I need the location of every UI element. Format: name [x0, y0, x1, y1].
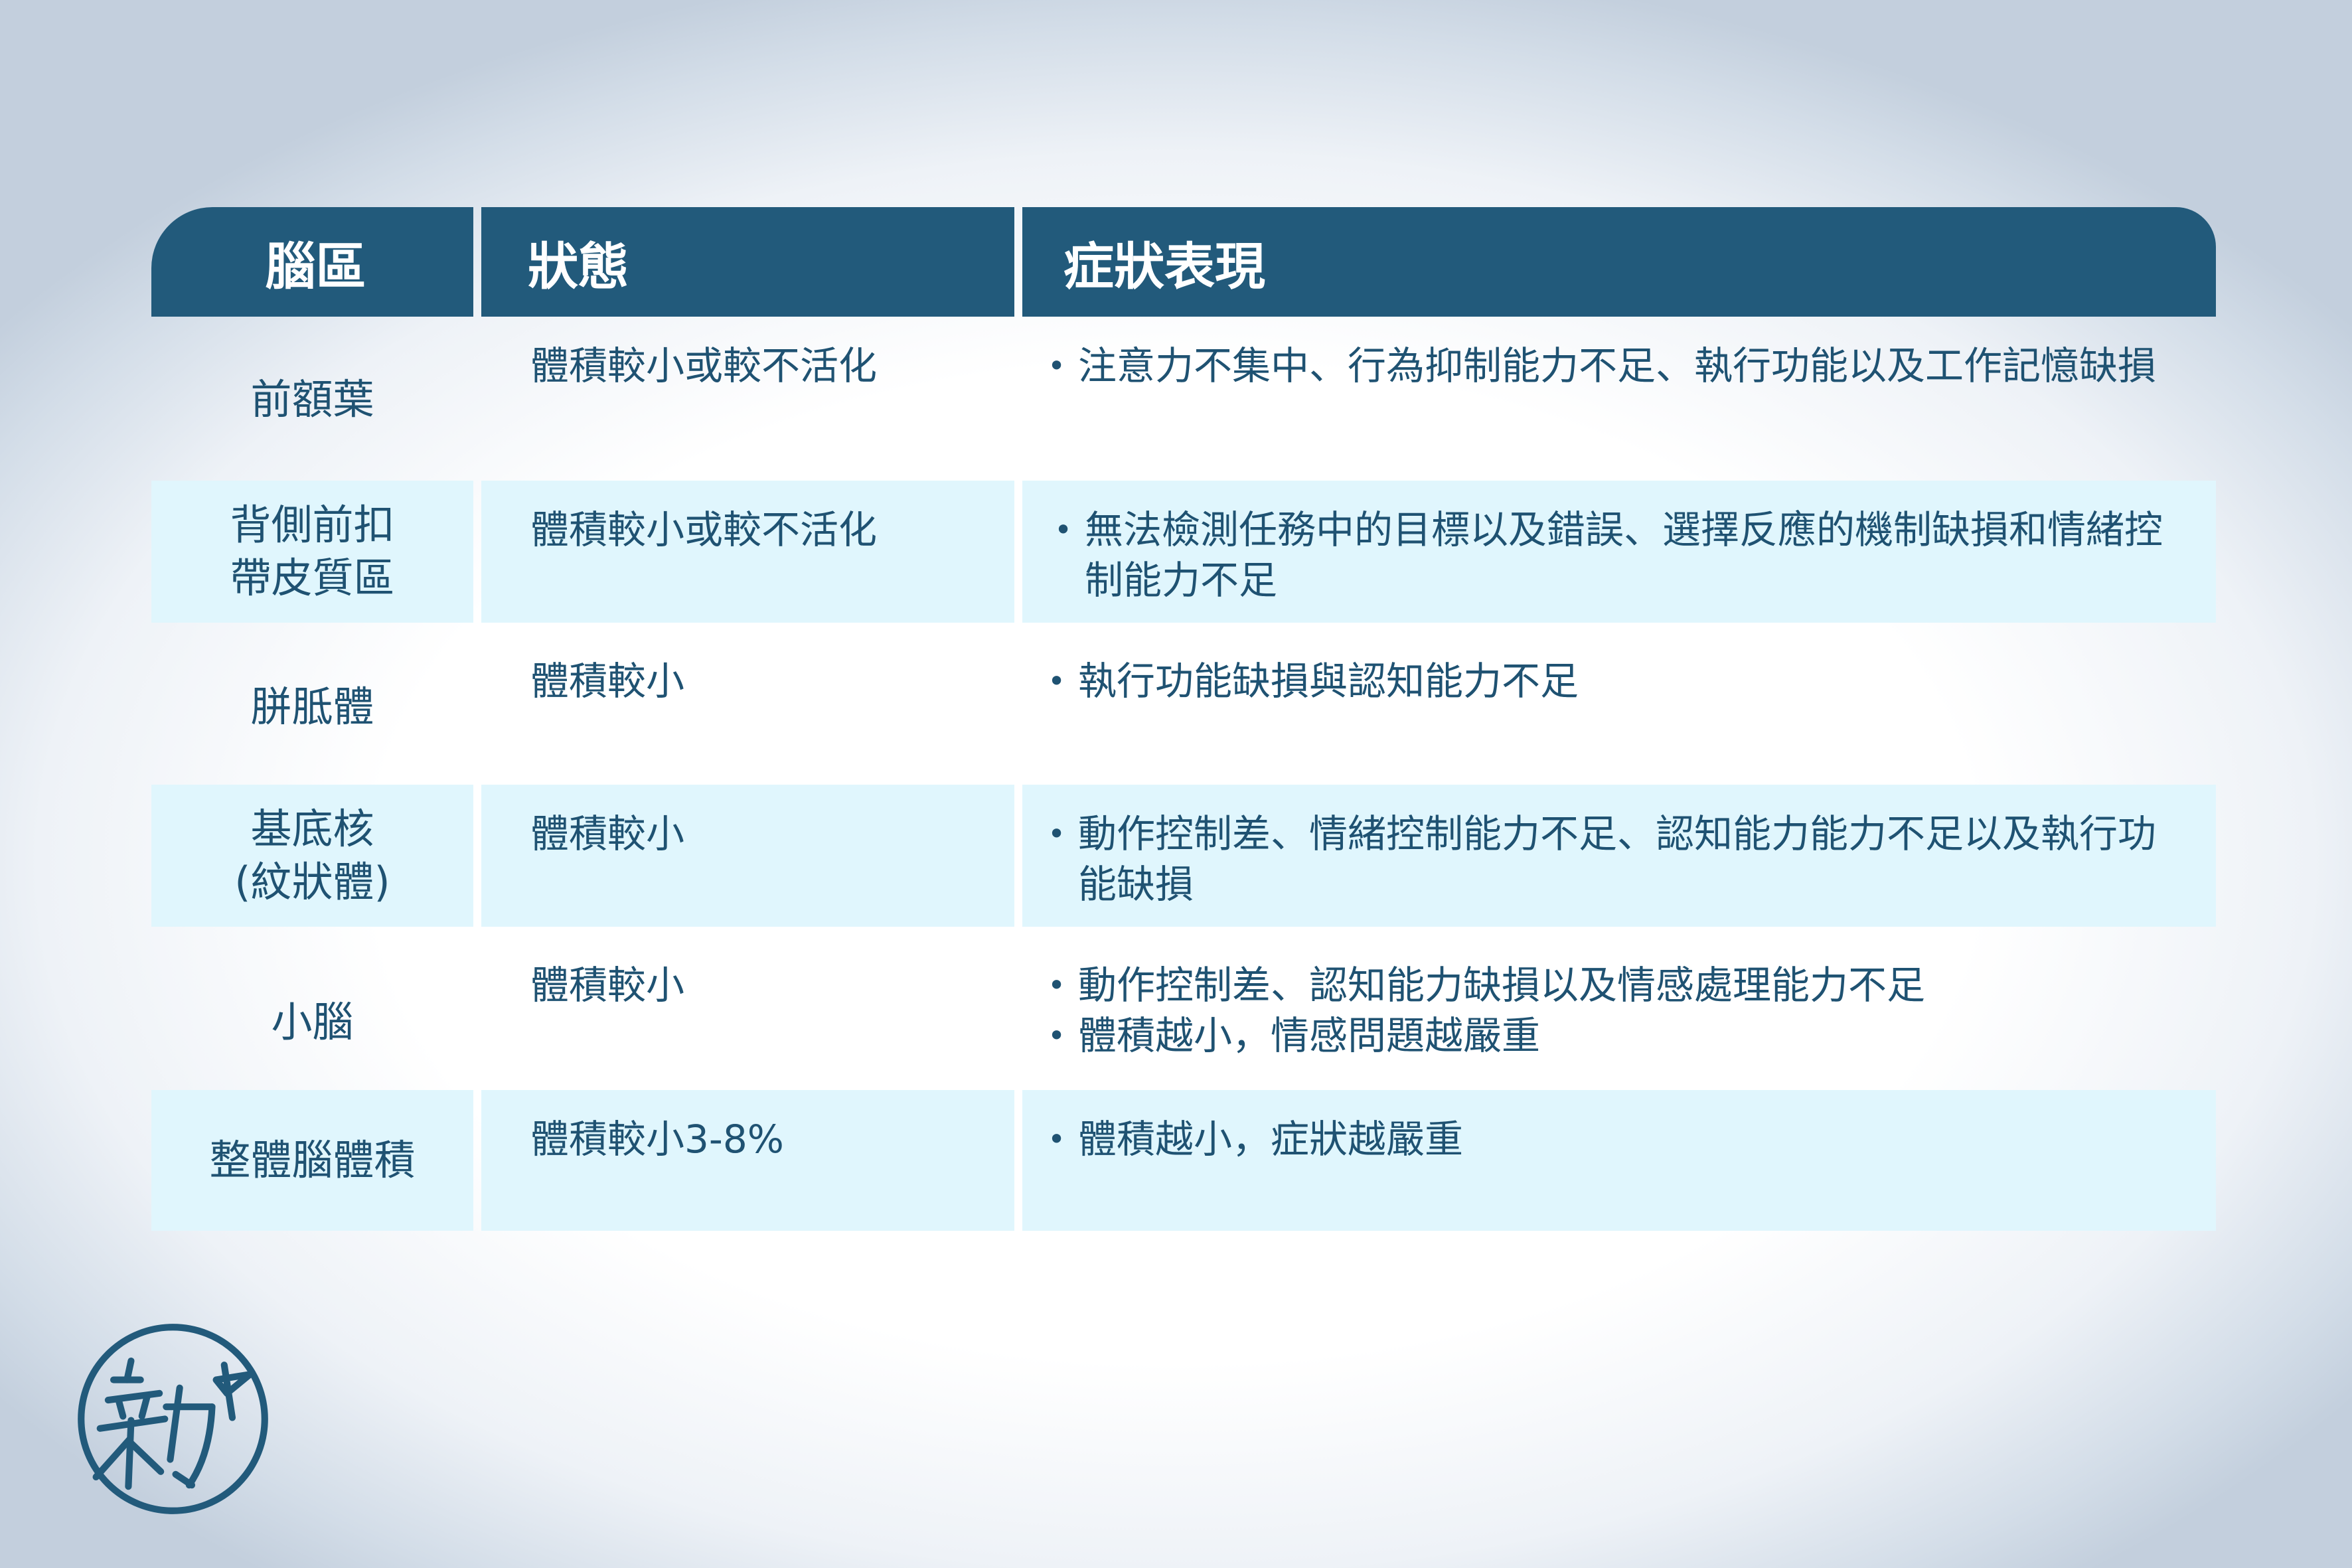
bullet: •	[1048, 663, 1066, 699]
region-cell: 基底核 (紋狀體)	[151, 785, 473, 927]
symptom-text: 注意力不集中、行為抑制能力不足、執行功能以及工作記憶缺損	[1078, 343, 2157, 388]
header-region: 腦區	[151, 207, 473, 317]
state-cell: 體積較小	[481, 936, 1014, 1082]
symptom-item: • 動作控制差、情緒控制能力不足、認知能力能力不足以及執行功能缺損	[1048, 809, 2189, 909]
state-text: 體積較小	[530, 963, 685, 1008]
bullet: •	[1048, 1018, 1066, 1054]
symptom-text: 體積越小，症狀越嚴重	[1078, 1117, 1464, 1162]
header-symptoms: 症狀表現	[1022, 207, 2216, 317]
table-row: 整體腦體積 體積較小3-8% • 體積越小，症狀越嚴重	[151, 1090, 2216, 1231]
region-cell: 小腦	[271, 998, 354, 1046]
symptoms-cell: • 動作控制差、認知能力缺損以及情感處理能力不足 • 體積越小，情感問題越嚴重	[1022, 936, 2216, 1082]
state-cell: 體積較小	[481, 785, 1014, 927]
table-row: 基底核 (紋狀體) 體積較小 • 動作控制差、情緒控制能力不足、認知能力能力不足以…	[151, 785, 2216, 927]
symptom-text: 體積越小，情感問題越嚴重	[1078, 1013, 1541, 1058]
state-text: 體積較小或較不活化	[530, 343, 878, 388]
region-cell: 胼胝體	[250, 682, 374, 731]
state-cell: 體積較小3-8%	[481, 1090, 1014, 1231]
region-cell: 前額葉	[250, 374, 374, 424]
header-state: 狀態	[481, 207, 1014, 317]
bullet: •	[1054, 512, 1073, 548]
table-row: 背側前扣 帶皮質區 體積較小或較不活化 • 無法檢測任務中的目標以及錯誤、選擇反應…	[151, 481, 2216, 623]
symptom-item: • 注意力不集中、行為抑制能力不足、執行功能以及工作記憶缺損	[1048, 341, 2189, 391]
symptom-item: • 執行功能缺損與認知能力不足	[1048, 656, 2189, 706]
circle-brush-logo-icon	[78, 1324, 268, 1514]
symptoms-cell: • 動作控制差、情緒控制能力不足、認知能力能力不足以及執行功能缺損	[1022, 785, 2216, 927]
state-text: 體積較小3-8%	[530, 1117, 784, 1162]
region-cell: 整體腦體積	[151, 1090, 473, 1231]
symptom-text: 動作控制差、情緒控制能力不足、認知能力能力不足以及執行功能缺損	[1078, 811, 2157, 907]
symptom-text: 執行功能缺損與認知能力不足	[1078, 659, 1579, 704]
region-text: 背側前扣 帶皮質區	[230, 501, 395, 602]
symptoms-cell: • 無法檢測任務中的目標以及錯誤、選擇反應的機制缺損和情緒控制能力不足	[1022, 481, 2216, 623]
state-text: 體積較小或較不活化	[530, 507, 878, 552]
state-cell: 體積較小或較不活化	[481, 481, 1014, 623]
bullet: •	[1048, 967, 1066, 1003]
symptom-text: 動作控制差、認知能力缺損以及情感處理能力不足	[1078, 963, 1926, 1008]
symptom-item: • 無法檢測任務中的目標以及錯誤、選擇反應的機制缺損和情緒控制能力不足	[1054, 505, 2189, 605]
symptom-text: 無法檢測任務中的目標以及錯誤、選擇反應的機制缺損和情緒控制能力不足	[1085, 507, 2163, 603]
table-row: 前額葉 體積較小或較不活化 • 注意力不集中、行為抑制能力不足、執行功能以及工作記…	[151, 317, 2216, 471]
bullet: •	[1048, 1121, 1066, 1157]
bullet: •	[1048, 816, 1066, 852]
symptom-item: • 動作控制差、認知能力缺損以及情感處理能力不足	[1048, 960, 2189, 1010]
symptoms-cell: • 注意力不集中、行為抑制能力不足、執行功能以及工作記憶缺損	[1022, 317, 2216, 471]
symptoms-cell: • 執行功能缺損與認知能力不足	[1022, 632, 2216, 775]
state-cell: 體積較小	[481, 632, 1014, 775]
region-cell: 背側前扣 帶皮質區	[151, 481, 473, 623]
table-row: 胼胝體 體積較小 • 執行功能缺損與認知能力不足	[151, 632, 2216, 775]
state-cell: 體積較小或較不活化	[481, 317, 1014, 471]
brain-region-table: 腦區 狀態 症狀表現 前額葉 體積較小或較不活化 • 注意力不集中、行為抑制能力不…	[151, 207, 2216, 1231]
state-text: 體積較小	[530, 811, 685, 856]
bullet: •	[1048, 348, 1066, 384]
table-row: 小腦 體積較小 • 動作控制差、認知能力缺損以及情感處理能力不足 • 體積越小，情感…	[151, 936, 2216, 1082]
table-header: 腦區 狀態 症狀表現	[151, 207, 2216, 317]
state-text: 體積較小	[530, 659, 685, 704]
symptom-item: • 體積越小，症狀越嚴重	[1048, 1114, 2189, 1164]
symptoms-cell: • 體積越小，症狀越嚴重	[1022, 1090, 2216, 1231]
page: 腦區 狀態 症狀表現 前額葉 體積較小或較不活化 • 注意力不集中、行為抑制能力不…	[0, 0, 2352, 1568]
symptom-item: • 體積越小，情感問題越嚴重	[1048, 1010, 2189, 1061]
region-text: 基底核 (紋狀體)	[234, 805, 390, 906]
